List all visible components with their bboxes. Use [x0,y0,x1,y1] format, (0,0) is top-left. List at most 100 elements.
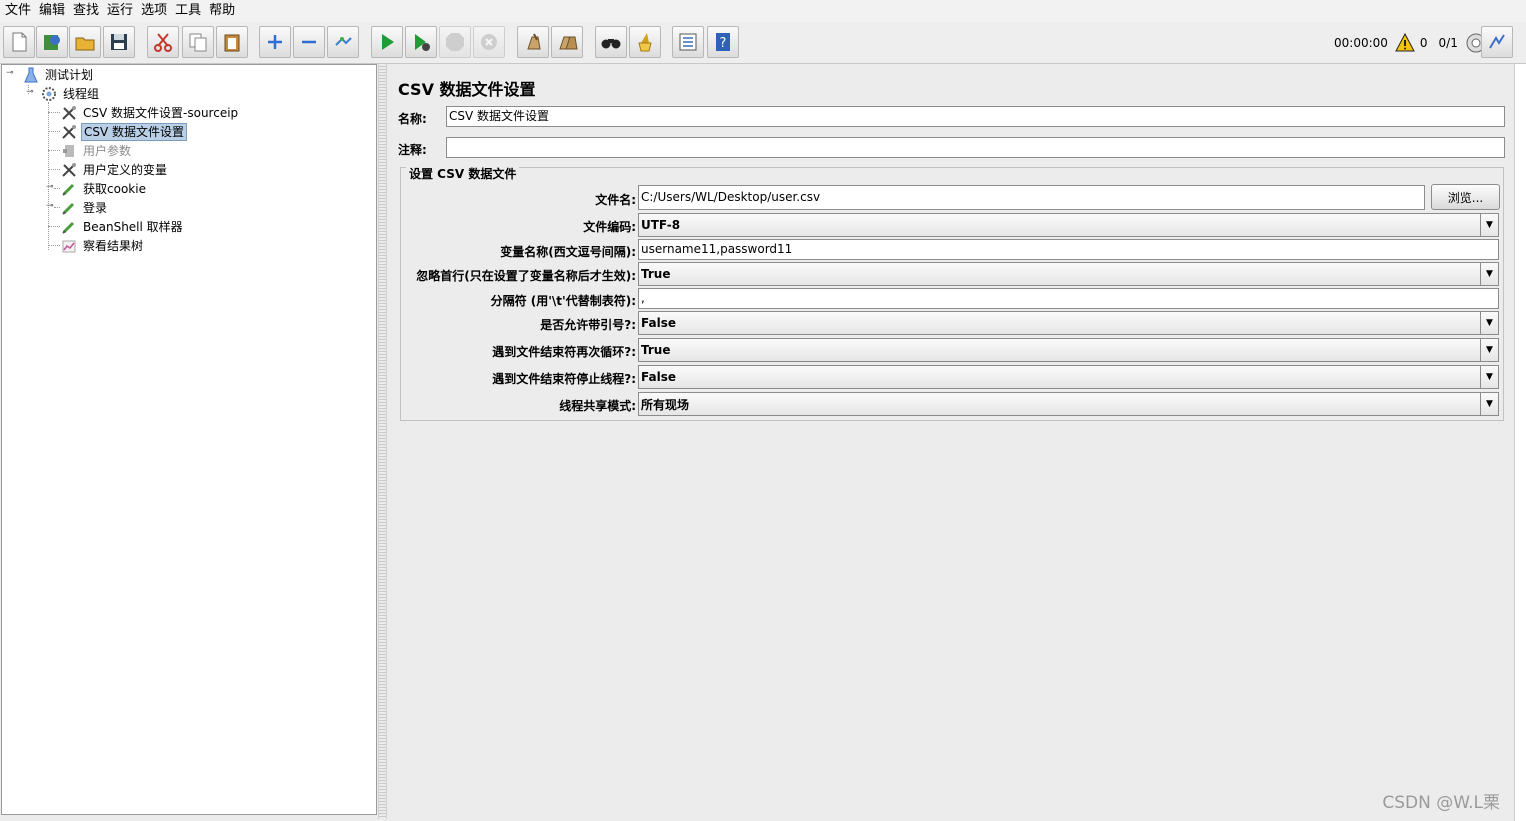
menu-tools[interactable]: 工具 [174,0,208,22]
start-no-pause-button[interactable] [405,26,437,58]
preprocessor-icon [60,142,78,160]
clear-button[interactable] [517,26,549,58]
function-helper-icon [679,33,697,51]
tree-node-csv-sourceip[interactable]: CSV 数据文件设置-sourceip [60,104,240,122]
panel-splitter[interactable] [378,64,387,819]
log-viewer-icon [1489,34,1505,49]
tree-node-beanshell-sampler[interactable]: BeanShell 取样器 [60,218,185,236]
menu-options[interactable]: 选项 [140,0,174,22]
recycle-on-eof-select[interactable]: True ▼ [638,338,1499,362]
browse-button[interactable]: 浏览... [1431,184,1500,210]
svg-text:?: ? [720,36,727,51]
open-button[interactable] [69,26,101,58]
sharing-mode-select[interactable]: 所有现场 ▼ [638,392,1499,416]
tree-node-label: 登录 [83,201,108,215]
search-button[interactable] [595,26,627,58]
copy-icon [189,33,207,52]
clear-all-icon [559,36,578,50]
function-helper-button[interactable] [672,26,704,58]
reset-search-icon [638,33,652,52]
save-button[interactable] [103,26,135,58]
warning-icon[interactable] [1394,32,1416,54]
warning-count: 0 [1419,36,1428,50]
tree-node-label: BeanShell 取样器 [83,220,183,234]
copy-button[interactable] [182,26,214,58]
tree-toggle-get-cookie[interactable]: ⊸ [46,183,55,192]
shutdown-icon [481,34,497,50]
toolbar: ? 00:00:00 0 0/1 [0,22,1526,64]
menu-bar: 文件 编辑 查找 运行 选项 工具 帮助 [0,0,1526,22]
ignore-first-line-label: 忽略首行(只在设置了变量名称后才生效): [416,269,636,283]
stop-button[interactable] [439,26,471,58]
log-viewer-button[interactable] [1481,26,1513,58]
tree-node-get-cookie[interactable]: 获取cookie [60,180,148,198]
encoding-value: UTF-8 [641,218,681,232]
cut-button[interactable] [147,26,179,58]
config-element-icon [60,161,78,179]
allow-quoted-select[interactable]: False ▼ [638,311,1499,335]
start-button[interactable] [371,26,403,58]
variable-names-field[interactable]: username11,password11 [638,239,1499,260]
toggle-button[interactable] [327,26,359,58]
toggle-icon [335,37,352,46]
variable-names-label: 变量名称(西文逗号间隔): [500,245,636,259]
tree-node-label: 用户定义的变量 [83,163,168,177]
tree-node-view-results-tree[interactable]: 察看结果树 [60,237,145,255]
ignore-first-line-select[interactable]: True ▼ [638,262,1499,286]
reset-search-button[interactable] [629,26,661,58]
collapse-all-button[interactable] [293,26,325,58]
paste-button[interactable] [216,26,248,58]
tree-node-test-plan[interactable]: 测试计划 [22,66,95,84]
tree-node-csv-settings[interactable]: CSV 数据文件设置 [60,123,188,141]
comment-field[interactable] [446,137,1505,158]
tree-node-thread-group[interactable]: 线程组 [40,85,101,103]
tree-toggle-test-plan[interactable]: ⊸ [6,69,15,78]
tree-node-label: 察看结果树 [83,239,144,253]
sharing-mode-label: 线程共享模式: [559,399,636,413]
new-button[interactable] [3,26,35,58]
tree-node-user-parameters[interactable]: 用户参数 [60,142,133,160]
tree-node-label: 用户参数 [83,144,132,158]
name-label: 名称: [398,112,427,126]
expand-icon [268,35,282,49]
menu-file[interactable]: 文件 [4,0,38,22]
elapsed-timer: 00:00:00 [1334,36,1388,50]
start-no-pause-icon [415,34,430,51]
filename-field[interactable]: C:/Users/WL/Desktop/user.csv [638,185,1425,210]
templates-button[interactable] [36,26,68,58]
config-element-icon [60,123,78,141]
tree-node-user-defined-variables[interactable]: 用户定义的变量 [60,161,169,179]
chevron-down-icon: ▼ [1480,366,1498,388]
clear-icon [527,33,541,50]
chevron-down-icon: ▼ [1480,312,1498,334]
tree-node-label: CSV 数据文件设置 [81,123,188,141]
menu-edit[interactable]: 编辑 [38,0,72,22]
clear-all-button[interactable] [551,26,583,58]
templates-icon [44,35,60,50]
delimiter-field[interactable]: , [638,288,1499,309]
menu-run[interactable]: 运行 [106,0,140,22]
tree-node-label: 线程组 [63,87,100,101]
tree-toggle-login[interactable]: ⊸ [46,202,55,211]
watermark: CSDN @W.L栗 [1382,793,1500,813]
test-plan-tree: ⊸ 测试计划 ⊸ 线程组 CSV 数据文件设置-sourceip CSV 数据文… [1,64,377,815]
allow-quoted-value: False [641,316,676,330]
menu-help[interactable]: 帮助 [208,0,242,22]
shutdown-button[interactable] [473,26,505,58]
stop-thread-on-eof-select[interactable]: False ▼ [638,365,1499,389]
help-button[interactable]: ? [707,26,739,58]
encoding-select[interactable]: UTF-8 ▼ [638,213,1499,237]
expand-all-button[interactable] [259,26,291,58]
sampler-icon [60,199,78,217]
tree-node-login[interactable]: 登录 [60,199,109,217]
sampler-icon [60,180,78,198]
thread-group-icon [40,85,58,103]
tree-node-label: CSV 数据文件设置-sourceip [83,106,239,120]
name-field[interactable]: CSV 数据文件设置 [446,106,1505,127]
tree-toggle-thread-group[interactable]: ⊸ [26,88,35,97]
tree-node-label: 获取cookie [83,182,146,196]
page-title: CSV 数据文件设置 [398,80,536,99]
recycle-on-eof-value: True [641,343,671,357]
help-icon: ? [716,33,730,51]
menu-search[interactable]: 查找 [72,0,106,22]
